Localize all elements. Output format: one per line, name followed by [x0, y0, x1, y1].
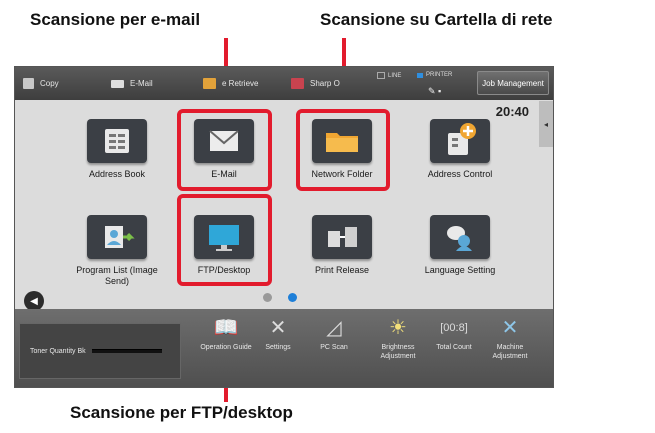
tool-operation-guide-label: Operation Guide — [200, 344, 252, 351]
settings-icon: ✕ — [269, 316, 287, 339]
program-list-icon — [87, 215, 147, 259]
printer-status-icon — [417, 72, 423, 78]
callout-network-folder: Scansione su Cartella di rete — [320, 10, 553, 29]
tool-total-count[interactable]: [00:8] Total Count — [425, 313, 483, 352]
shortcut-email[interactable]: E-Mail — [111, 67, 153, 100]
tile-address-book-label: Address Book — [88, 169, 146, 179]
line-status-icon — [377, 72, 385, 79]
tile-address-book[interactable]: Address Book — [65, 119, 169, 180]
tile-print-release-label: Print Release — [314, 265, 370, 275]
address-control-icon — [430, 119, 490, 163]
tile-program-list-label: Program List (Image Send) — [76, 265, 158, 286]
toner-level-bar — [91, 349, 162, 353]
side-panel-tab[interactable]: ◂ — [539, 101, 553, 147]
tool-total-count-label: Total Count — [436, 344, 472, 351]
tile-language-setting[interactable]: Language Setting — [408, 215, 512, 276]
tool-pc-scan[interactable]: ◿ PC Scan — [305, 313, 363, 352]
clock: 20:40 — [495, 104, 529, 119]
brightness-icon: ☀ — [389, 316, 407, 339]
folder-retrieve-icon — [203, 78, 216, 89]
bottom-bar: Toner Quantity Bk 📖 Operation Guide ✕ Se… — [15, 309, 553, 387]
callout-ftp: Scansione per FTP/desktop — [70, 403, 293, 422]
operation-guide-icon: 📖 — [213, 316, 239, 339]
tool-brightness[interactable]: ☀ Brightness Adjustment — [369, 313, 427, 361]
page-dot-1[interactable] — [263, 293, 272, 302]
tile-program-list[interactable]: Program List (Image Send) — [65, 215, 169, 287]
tool-settings-label: Settings — [265, 344, 291, 351]
shortcut-retrieve-label: e Retrieve — [222, 79, 259, 88]
pc-scan-icon: ◿ — [326, 316, 342, 339]
tool-pc-scan-label: PC Scan — [320, 344, 348, 351]
tool-brightness-label: Brightness Adjustment — [380, 344, 416, 360]
highlight-ftp-desktop — [177, 194, 272, 286]
tile-language-setting-label: Language Setting — [424, 265, 496, 275]
status-line: LINE — [377, 72, 401, 79]
copy-icon — [23, 78, 34, 89]
tile-print-release[interactable]: Print Release — [290, 215, 394, 276]
email-icon — [111, 79, 124, 88]
status-printer-label: PRINTER — [426, 72, 453, 78]
tool-machine-adjustment[interactable]: ✕ Machine Adjustment — [481, 313, 539, 361]
total-count-icon: [00:8] — [440, 321, 468, 334]
toner-quantity-label: Toner Quantity Bk — [30, 347, 86, 355]
shortcut-retrieve[interactable]: e Retrieve — [203, 67, 258, 100]
top-bar: Copy E-Mail e Retrieve Sharp O LINE PRIN… — [15, 67, 553, 100]
language-icon — [430, 215, 490, 259]
job-management-button[interactable]: Job Management — [477, 71, 549, 95]
machine-adjustment-icon: ✕ — [501, 316, 519, 339]
tool-settings[interactable]: ✕ Settings — [249, 313, 307, 352]
shortcut-sharp[interactable]: Sharp O — [291, 67, 340, 100]
print-release-icon — [312, 215, 372, 259]
tile-address-control-label: Address Control — [427, 169, 493, 179]
tile-address-control[interactable]: Address Control — [408, 119, 512, 180]
shortcut-email-label: E-Mail — [130, 79, 153, 88]
tool-operation-guide[interactable]: 📖 Operation Guide — [197, 313, 255, 352]
highlight-email — [177, 109, 272, 191]
highlight-network-folder — [296, 109, 390, 191]
page-dot-2[interactable] — [288, 293, 297, 302]
callout-email: Scansione per e-mail — [30, 10, 201, 29]
sharp-cloud-icon — [291, 78, 304, 89]
status-printer: PRINTER — [417, 72, 452, 78]
tool-machine-adjustment-label: Machine Adjustment — [492, 344, 528, 360]
toner-quantity-panel: Toner Quantity Bk — [19, 323, 181, 379]
shortcut-sharp-label: Sharp O — [310, 79, 340, 88]
shortcut-copy[interactable]: Copy — [23, 67, 59, 100]
address-book-icon — [87, 119, 147, 163]
back-button[interactable]: ◀ — [24, 291, 44, 311]
pen-icon: ✎ ▪ — [428, 86, 442, 96]
page-indicator — [263, 293, 297, 302]
status-line-label: LINE — [388, 72, 402, 79]
device-screen: Copy E-Mail e Retrieve Sharp O LINE PRIN… — [14, 66, 554, 388]
shortcut-copy-label: Copy — [40, 79, 59, 88]
